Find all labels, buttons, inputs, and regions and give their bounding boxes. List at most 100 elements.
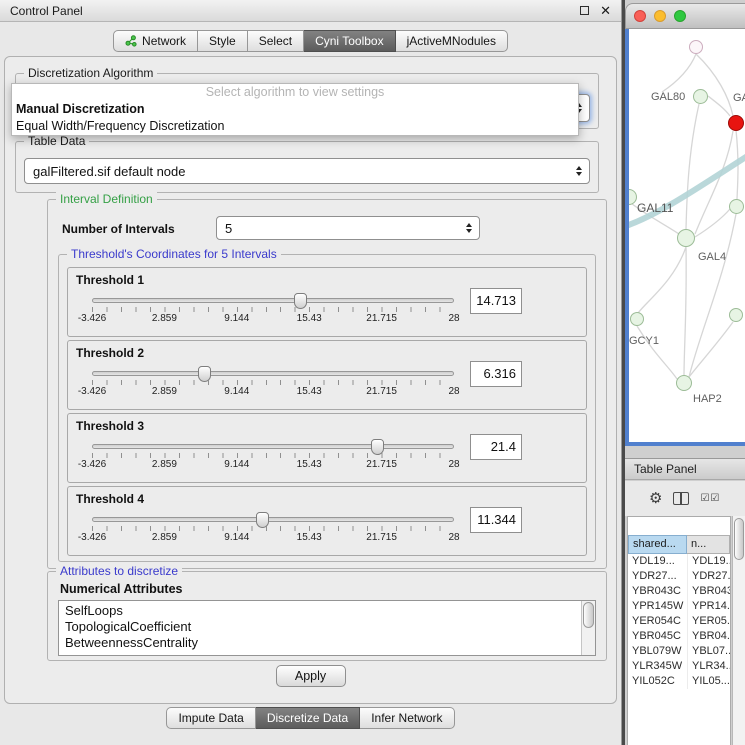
table-cell[interactable]: YBR04...	[687, 629, 730, 644]
discretization-algorithm-group-label: Discretization Algorithm	[24, 66, 157, 80]
table-cell[interactable]: YER054C	[628, 614, 687, 629]
table-scrollbar-thumb[interactable]	[734, 518, 744, 560]
list-scrollbar-thumb[interactable]	[583, 602, 594, 628]
table-cell[interactable]: YER05...	[687, 614, 730, 629]
table-cell[interactable]: YPR145W	[628, 599, 687, 614]
table-row[interactable]: YDL19...YDL19...	[628, 554, 730, 569]
slider-track[interactable]	[92, 371, 454, 376]
tick-label: 15.43	[297, 459, 322, 470]
tick-label: 28	[448, 313, 459, 324]
table-row[interactable]: YPR145WYPR14...	[628, 599, 730, 614]
table-cell[interactable]: YLR34...	[687, 659, 730, 674]
slider-track[interactable]	[92, 298, 454, 303]
gear-icon[interactable]: ⚙	[649, 491, 662, 506]
network-node[interactable]	[729, 308, 743, 322]
table-row[interactable]: YBR043CYBR043...	[628, 584, 730, 599]
table-row[interactable]: YIL052CYIL05...	[628, 674, 730, 689]
table-data-combobox[interactable]: galFiltered.sif default node	[24, 158, 590, 184]
threshold-2-value-field[interactable]: 6.316	[470, 361, 522, 387]
control-panel: Control Panel ✕ Network Style Select Cyn…	[0, 0, 622, 745]
table-cell[interactable]: YBR043...	[687, 584, 730, 599]
tab-impute-data-label: Impute Data	[178, 707, 243, 729]
table-cell[interactable]: YBL07...	[687, 644, 730, 659]
float-window-icon[interactable]	[580, 6, 589, 15]
network-node[interactable]	[676, 375, 692, 391]
tab-jactivemnodules[interactable]: jActiveMNodules	[396, 30, 508, 52]
table-row[interactable]: YBR045CYBR04...	[628, 629, 730, 644]
columns-icon[interactable]	[673, 492, 689, 505]
node-table: shared... n... YDL19...YDL19... YDR27...…	[627, 516, 731, 745]
column-header-shared-name[interactable]: shared...	[628, 535, 687, 554]
number-of-intervals-label: Number of Intervals	[62, 222, 175, 236]
network-node-selected[interactable]	[728, 115, 744, 131]
list-item[interactable]: BetweennessCentrality	[59, 635, 595, 651]
tick-label: 2.859	[152, 459, 177, 470]
table-data-combobox-value: galFiltered.sif default node	[33, 164, 185, 179]
slider-track[interactable]	[92, 444, 454, 449]
dropdown-placeholder-option[interactable]: Select algorithm to view settings	[12, 84, 578, 101]
table-row[interactable]: YLR345WYLR34...	[628, 659, 730, 674]
table-cell[interactable]: YDR27...	[687, 569, 730, 584]
table-cell[interactable]: YIL05...	[687, 674, 730, 689]
threshold-4-value-field[interactable]: 11.344	[470, 507, 522, 533]
network-node[interactable]	[693, 89, 708, 104]
list-item[interactable]: TopologicalCoefficient	[59, 619, 595, 635]
close-traffic-light-icon[interactable]	[634, 10, 646, 22]
table-row[interactable]: YBL079WYBL07...	[628, 644, 730, 659]
column-header-name[interactable]: n...	[687, 535, 730, 554]
threshold-2-slider[interactable]: -3.426 2.859 9.144 15.43 21.715 28	[92, 363, 454, 399]
network-window-titlebar[interactable]	[625, 3, 745, 29]
numerical-attributes-list: SelfLoops TopologicalCoefficient Between…	[58, 600, 596, 656]
tab-cyni-toolbox[interactable]: Cyni Toolbox	[304, 30, 395, 52]
zoom-traffic-light-icon[interactable]	[674, 10, 686, 22]
tab-infer-network[interactable]: Infer Network	[360, 707, 454, 729]
node-label: GA	[733, 92, 745, 104]
table-scrollbar[interactable]	[732, 516, 745, 745]
network-node[interactable]	[677, 229, 695, 247]
threshold-3-slider[interactable]: -3.426 2.859 9.144 15.43 21.715 28	[92, 436, 454, 472]
table-cell[interactable]: YBL079W	[628, 644, 687, 659]
threshold-1-slider[interactable]: -3.426 2.859 9.144 15.43 21.715 28	[92, 290, 454, 326]
tick-label: 28	[448, 532, 459, 543]
table-cell[interactable]: YLR345W	[628, 659, 687, 674]
tick-label: 28	[448, 459, 459, 470]
tab-impute-data[interactable]: Impute Data	[166, 707, 255, 729]
table-row[interactable]: YDR27...YDR27...	[628, 569, 730, 584]
slider-track[interactable]	[92, 517, 454, 522]
tab-style[interactable]: Style	[198, 30, 248, 52]
checkbox-icons[interactable]: ☑☑	[700, 493, 720, 504]
number-of-intervals-combobox[interactable]: 5	[216, 216, 480, 240]
table-cell[interactable]: YPR14...	[687, 599, 730, 614]
node-label: GAL4	[698, 251, 726, 263]
list-scrollbar[interactable]	[581, 601, 595, 655]
network-node[interactable]	[630, 312, 644, 326]
network-node[interactable]	[729, 199, 744, 214]
table-cell[interactable]: YBR045C	[628, 629, 687, 644]
apply-button[interactable]: Apply	[276, 665, 346, 687]
table-cell[interactable]: YDR27...	[628, 569, 687, 584]
tab-discretize-data[interactable]: Discretize Data	[256, 707, 360, 729]
threshold-3-value-field[interactable]: 21.4	[470, 434, 522, 460]
tab-network[interactable]: Network	[113, 30, 198, 52]
slider-ticks	[92, 526, 454, 531]
network-view[interactable]: GAL80 GA GAL11 GAL4 GCY1 HAP2	[625, 29, 745, 446]
list-item[interactable]: SelfLoops	[59, 603, 595, 619]
number-of-intervals-value: 5	[225, 221, 232, 236]
table-cell[interactable]: YBR043C	[628, 584, 687, 599]
threshold-1-value-field[interactable]: 14.713	[470, 288, 522, 314]
threshold-4-slider[interactable]: -3.426 2.859 9.144 15.43 21.715 28	[92, 509, 454, 545]
minimize-traffic-light-icon[interactable]	[654, 10, 666, 22]
tick-label: 2.859	[152, 532, 177, 543]
dropdown-option-manual-discretization[interactable]: Manual Discretization	[12, 101, 578, 118]
network-node[interactable]	[689, 40, 703, 54]
close-icon[interactable]: ✕	[600, 4, 611, 17]
table-cell[interactable]: YDL19...	[628, 554, 687, 569]
dropdown-option-equal-width-frequency[interactable]: Equal Width/Frequency Discretization	[12, 118, 578, 135]
tick-label: 9.144	[224, 532, 249, 543]
tick-label: 28	[448, 386, 459, 397]
tab-select[interactable]: Select	[248, 30, 304, 52]
table-row[interactable]: YER054CYER05...	[628, 614, 730, 629]
table-cell[interactable]: YIL052C	[628, 674, 687, 689]
table-cell[interactable]: YDL19...	[687, 554, 730, 569]
threshold-panel-4: Threshold 4 -3.426 2.859 9.144 15.43 21.…	[67, 486, 587, 556]
